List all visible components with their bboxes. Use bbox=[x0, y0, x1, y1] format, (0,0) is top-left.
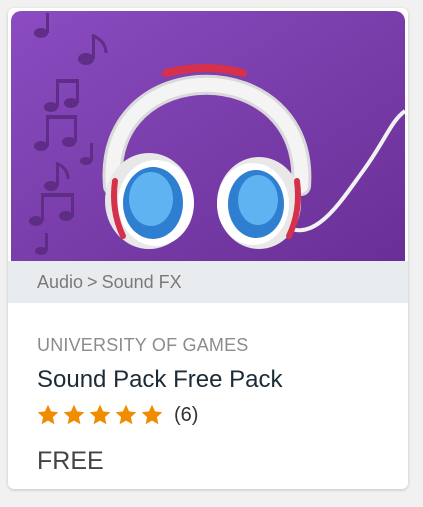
star-icon bbox=[37, 404, 59, 425]
category-breadcrumb: Audio > Sound FX bbox=[8, 261, 408, 303]
rating-count[interactable]: (6) bbox=[174, 404, 198, 427]
asset-thumbnail[interactable] bbox=[11, 11, 405, 261]
star-icon bbox=[63, 404, 85, 425]
category-parent-link[interactable]: Audio bbox=[37, 272, 83, 292]
price-label: FREE bbox=[37, 447, 104, 475]
rating-stars bbox=[36, 403, 164, 427]
star-icon bbox=[141, 404, 163, 425]
rating: (6) bbox=[36, 402, 198, 428]
category-separator: > bbox=[87, 272, 98, 292]
asset-card[interactable]: Audio > Sound FX UNIVERSITY OF GAMES Sound… bbox=[8, 8, 408, 489]
asset-title[interactable]: Sound Pack Free Pack bbox=[37, 366, 282, 394]
publisher-name[interactable]: UNIVERSITY OF GAMES bbox=[37, 335, 249, 356]
star-icon bbox=[115, 404, 137, 425]
category-path: Audio > Sound FX bbox=[37, 272, 182, 293]
star-icon bbox=[89, 404, 111, 425]
category-child-link[interactable]: Sound FX bbox=[102, 272, 182, 292]
